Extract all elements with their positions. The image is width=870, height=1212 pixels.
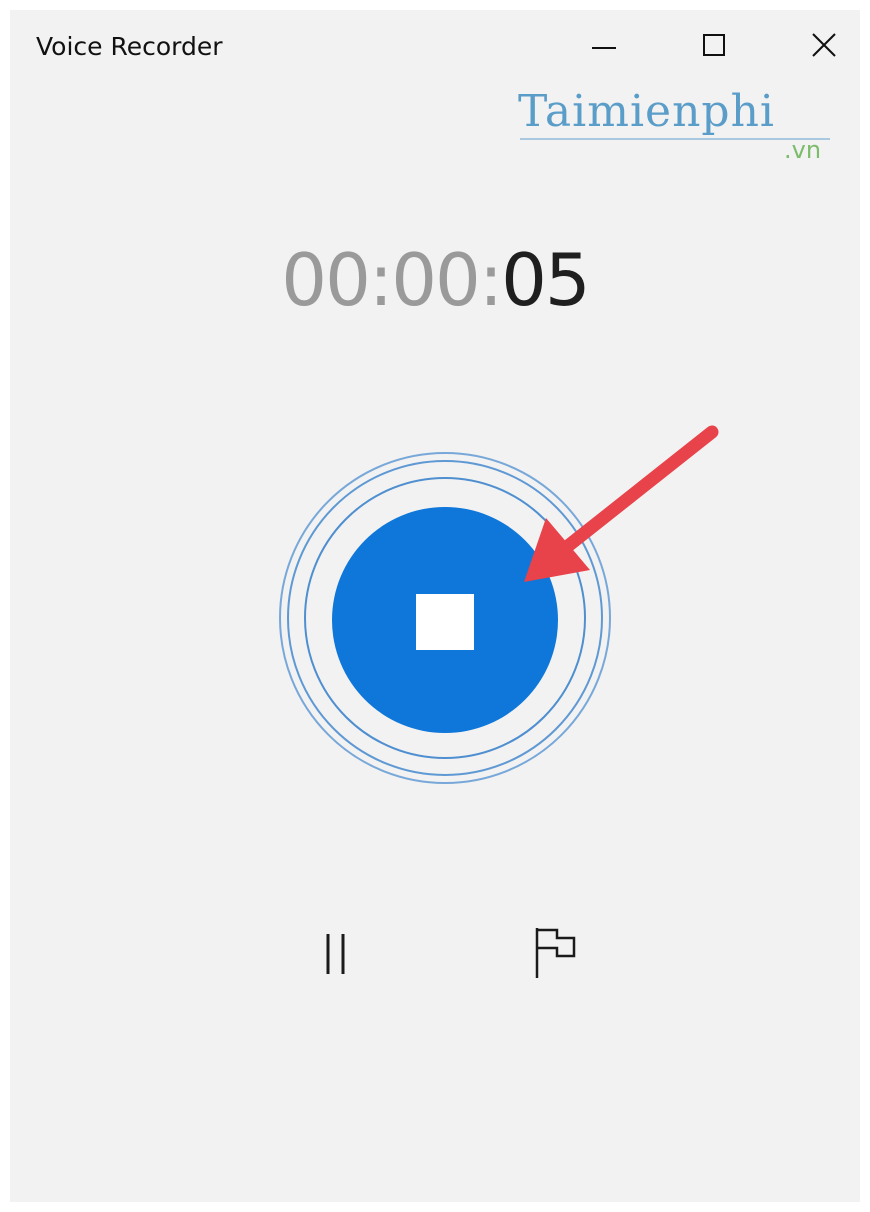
timer-minutes: 00 — [391, 238, 481, 322]
minimize-button[interactable] — [576, 24, 632, 68]
maximize-icon — [703, 34, 725, 56]
maximize-button[interactable] — [686, 24, 742, 68]
watermark-suffix: .vn — [784, 136, 822, 164]
recording-timer: 00:00:05 — [10, 238, 860, 322]
timer-separator: : — [478, 238, 503, 322]
minimize-icon — [592, 47, 616, 49]
flag-icon — [535, 928, 576, 978]
stop-icon — [416, 594, 474, 650]
timer-hours: 00 — [281, 238, 371, 322]
close-icon — [812, 33, 836, 57]
title-bar[interactable]: Voice Recorder — [10, 10, 860, 82]
app-title: Voice Recorder — [36, 32, 223, 61]
recording-controls — [10, 910, 860, 1000]
add-marker-button[interactable] — [522, 916, 582, 986]
annotation-arrow — [524, 425, 719, 582]
watermark-brand: Taimienphi — [518, 86, 775, 137]
pause-icon — [326, 934, 345, 974]
watermark-logo: Taimienphi .vn — [518, 86, 834, 166]
timer-separator: : — [368, 238, 393, 322]
timer-seconds: 05 — [501, 238, 591, 322]
pause-button[interactable] — [310, 916, 370, 986]
close-button[interactable] — [796, 24, 852, 68]
voice-recorder-window: Voice Recorder Taimienphi .vn 00:00:05 — [10, 10, 860, 1202]
